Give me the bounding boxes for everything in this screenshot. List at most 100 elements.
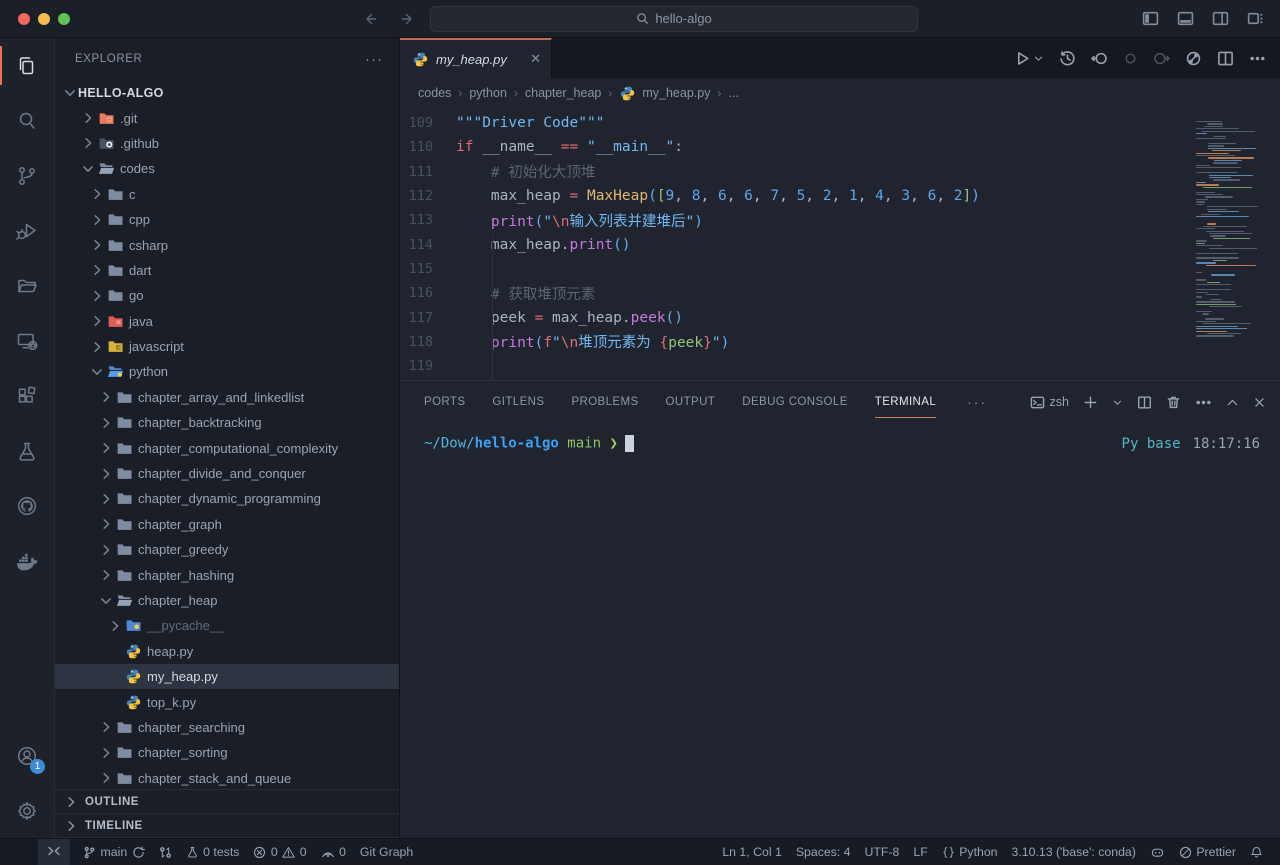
- status-git-branch[interactable]: main: [76, 839, 152, 865]
- status-git-compare[interactable]: [152, 839, 179, 865]
- close-tab-icon[interactable]: ✕: [530, 51, 541, 67]
- status-ports[interactable]: 0: [314, 839, 353, 865]
- activity-search[interactable]: [0, 93, 54, 148]
- status-language-mode[interactable]: Python: [935, 839, 1005, 865]
- tree-item-python[interactable]: python: [55, 359, 399, 384]
- customize-layout-icon[interactable]: [1247, 10, 1264, 27]
- kill-terminal-icon[interactable]: [1166, 395, 1181, 410]
- status-prettier[interactable]: Prettier: [1172, 839, 1243, 865]
- status-notifications[interactable]: [1243, 839, 1270, 865]
- activity-source-control[interactable]: [0, 148, 54, 203]
- tree-item-chapter-dynamic-programming[interactable]: chapter_dynamic_programming: [55, 486, 399, 511]
- section-timeline[interactable]: TIMELINE: [55, 814, 399, 838]
- status-tests[interactable]: 0 tests: [179, 839, 247, 865]
- minimap[interactable]: [1196, 116, 1258, 340]
- status-eol[interactable]: LF: [906, 839, 934, 865]
- close-window-icon[interactable]: [18, 13, 30, 25]
- tree-item-chapter-heap[interactable]: chapter_heap: [55, 588, 399, 613]
- tree-item--git[interactable]: .git: [55, 105, 399, 130]
- split-editor-icon[interactable]: [1212, 10, 1229, 27]
- close-panel-icon[interactable]: [1253, 396, 1266, 409]
- minimize-window-icon[interactable]: [38, 13, 50, 25]
- navigate-back-icon[interactable]: [362, 11, 378, 27]
- terminal[interactable]: ~/Dow/hello-algo main ❯ Py base18:17:16: [400, 423, 1280, 838]
- tree-item-hello-algo[interactable]: HELLO-ALGO: [55, 80, 399, 105]
- gitlens-graph-icon[interactable]: [1185, 50, 1202, 67]
- tab-my-heap-py[interactable]: my_heap.py ✕: [400, 38, 552, 78]
- tree-item-chapter-hashing[interactable]: chapter_hashing: [55, 562, 399, 587]
- activity-docker[interactable]: [0, 533, 54, 588]
- more-actions-icon[interactable]: [1249, 50, 1266, 67]
- window-controls[interactable]: [18, 13, 70, 25]
- tree-item-chapter-backtracking[interactable]: chapter_backtracking: [55, 410, 399, 435]
- new-terminal-icon[interactable]: [1083, 395, 1098, 410]
- launch-profile-dropdown-icon[interactable]: [1112, 397, 1123, 408]
- split-editor-icon[interactable]: [1217, 50, 1234, 67]
- run-python-file-icon[interactable]: [1014, 50, 1044, 67]
- panel-tab-debug-console[interactable]: DEBUG CONSOLE: [742, 381, 848, 423]
- activity-testing[interactable]: [0, 423, 54, 478]
- panel-more-tabs-icon[interactable]: ···: [967, 394, 987, 410]
- terminal-more-icon[interactable]: [1195, 394, 1212, 411]
- breadcrumb-codes[interactable]: codes: [418, 86, 451, 100]
- panel-tab-terminal[interactable]: TERMINAL: [875, 381, 936, 423]
- open-changes-icon[interactable]: [1123, 51, 1138, 66]
- breadcrumb-my-heap-py[interactable]: my_heap.py: [619, 85, 710, 102]
- status-indentation[interactable]: Spaces: 4: [789, 839, 858, 865]
- split-terminal-icon[interactable]: [1137, 395, 1152, 410]
- maximize-panel-icon[interactable]: [1226, 396, 1239, 409]
- tree-item-dart[interactable]: dart: [55, 258, 399, 283]
- tree-item-go[interactable]: go: [55, 283, 399, 308]
- explorer-more-actions-icon[interactable]: ···: [365, 51, 383, 68]
- activity-remote-explorer[interactable]: [0, 313, 54, 368]
- open-changes-next-icon[interactable]: [1153, 50, 1170, 67]
- tree-item-csharp[interactable]: csharp: [55, 232, 399, 257]
- status-git-graph[interactable]: Git Graph: [353, 839, 420, 865]
- file-history-icon[interactable]: [1059, 50, 1076, 67]
- tree-item-cpp[interactable]: cpp: [55, 207, 399, 232]
- panel-tab-gitlens[interactable]: GITLENS: [492, 381, 544, 423]
- tree-item-chapter-searching[interactable]: chapter_searching: [55, 715, 399, 740]
- tree-item--github[interactable]: .github: [55, 131, 399, 156]
- activity-folders[interactable]: [0, 258, 54, 313]
- open-changes-previous-icon[interactable]: [1091, 50, 1108, 67]
- activity-settings[interactable]: [0, 783, 54, 838]
- activity-accounts[interactable]: 1: [0, 728, 54, 783]
- tree-item-java[interactable]: java: [55, 309, 399, 334]
- tree-item-chapter-array-and-linkedlist[interactable]: chapter_array_and_linkedlist: [55, 385, 399, 410]
- status-cursor-position[interactable]: Ln 1, Col 1: [715, 839, 788, 865]
- activity-explorer[interactable]: [0, 38, 54, 93]
- tree-item-codes[interactable]: codes: [55, 156, 399, 181]
- breadcrumb-python[interactable]: python: [469, 86, 507, 100]
- panel-tab-output[interactable]: OUTPUT: [666, 381, 716, 423]
- status-remote-indicator[interactable]: [38, 839, 70, 865]
- tree-item-chapter-sorting[interactable]: chapter_sorting: [55, 740, 399, 765]
- tree-item-javascript[interactable]: JSjavascript: [55, 334, 399, 359]
- tree-item-chapter-graph[interactable]: chapter_graph: [55, 512, 399, 537]
- breadcrumb--[interactable]: ...: [728, 86, 738, 100]
- tree-item-chapter-stack-and-queue[interactable]: chapter_stack_and_queue: [55, 766, 399, 789]
- toggle-sidebar-icon[interactable]: [1142, 10, 1159, 27]
- tree-item-my-heap-py[interactable]: my_heap.py: [55, 664, 399, 689]
- tree-item-c[interactable]: c: [55, 182, 399, 207]
- activity-run-and-debug[interactable]: [0, 203, 54, 258]
- tree-item-chapter-divide-and-conquer[interactable]: chapter_divide_and_conquer: [55, 461, 399, 486]
- zoom-window-icon[interactable]: [58, 13, 70, 25]
- activity-extensions[interactable]: [0, 368, 54, 423]
- tree-item-top-k-py[interactable]: top_k.py: [55, 689, 399, 714]
- activity-github[interactable]: [0, 478, 54, 533]
- tree-item-chapter-computational-complexity[interactable]: chapter_computational_complexity: [55, 435, 399, 460]
- status-copilot[interactable]: [1143, 839, 1172, 865]
- code-editor[interactable]: 109"""Driver Code"""110if __name__ == "_…: [400, 108, 1280, 380]
- command-center-search[interactable]: hello-algo: [430, 6, 918, 32]
- tree-item-chapter-greedy[interactable]: chapter_greedy: [55, 537, 399, 562]
- status-encoding[interactable]: UTF-8: [858, 839, 907, 865]
- panel-tab-ports[interactable]: PORTS: [424, 381, 465, 423]
- tree-item-heap-py[interactable]: heap.py: [55, 639, 399, 664]
- section-outline[interactable]: OUTLINE: [55, 790, 399, 814]
- status-python-interpreter[interactable]: 3.10.13 ('base': conda): [1005, 839, 1143, 865]
- breadcrumb-chapter-heap[interactable]: chapter_heap: [525, 86, 601, 100]
- launch-profile[interactable]: zsh: [1030, 395, 1069, 410]
- panel-tab-problems[interactable]: PROBLEMS: [571, 381, 638, 423]
- toggle-panel-icon[interactable]: [1177, 10, 1194, 27]
